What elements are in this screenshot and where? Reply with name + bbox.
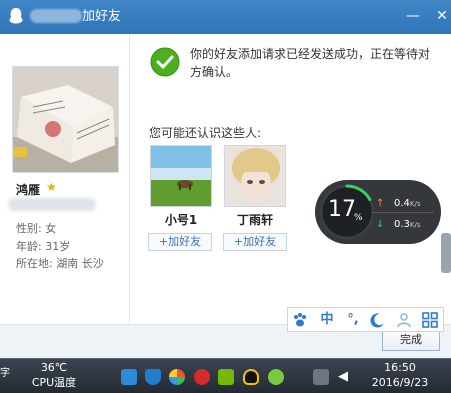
netease-icon[interactable] <box>194 369 210 385</box>
shield-icon[interactable] <box>145 369 161 385</box>
cpu-percent: 17 <box>328 197 356 222</box>
pinwheel-icon[interactable] <box>169 369 185 385</box>
success-message: 你的好友添加请求已经发送成功，正在等待对方确认。 <box>190 47 431 79</box>
portrait-photo-icon <box>225 146 285 206</box>
add-friend-button-1[interactable]: +加好友 <box>148 233 212 251</box>
minimize-button[interactable]: — <box>401 4 425 28</box>
friend-name-1: 小号1 <box>164 213 198 227</box>
clock-time: 16:50 <box>384 361 416 374</box>
redacted-name <box>30 9 82 23</box>
ime-toolbar[interactable]: 中 °, <box>287 307 444 332</box>
book-photo-icon <box>13 67 118 172</box>
title-bar[interactable]: 加好友 — ✕ <box>0 0 451 34</box>
add-friend-button-2[interactable]: +加好友 <box>223 233 287 251</box>
friend-photo-1[interactable] <box>150 145 212 207</box>
suggestions-title: 您可能还认识这些人: <box>149 126 262 140</box>
location-text: 所在地: 湖南 长沙 <box>16 257 104 270</box>
ime-punct-toggle[interactable]: °, <box>344 311 362 329</box>
friend-photo-2[interactable] <box>224 145 286 207</box>
cpu-temperature[interactable]: 36℃ CPU温度 <box>28 360 80 390</box>
network-icon[interactable] <box>313 369 329 385</box>
landscape-photo-icon <box>151 146 211 206</box>
clock-date: 2016/9/23 <box>371 376 429 389</box>
paw-icon[interactable] <box>291 311 309 329</box>
qq-logo-icon <box>9 8 23 24</box>
nvidia-icon[interactable] <box>218 369 234 385</box>
window-title: 加好友 <box>82 9 122 24</box>
person-icon[interactable] <box>395 311 413 329</box>
plus-shield-icon[interactable] <box>268 369 284 385</box>
temperature-value: 36℃ <box>40 361 68 374</box>
percent-sign: % <box>354 213 363 223</box>
nickname: 鸿雁 <box>16 183 41 197</box>
gender-text: 性别: 女 <box>16 222 57 235</box>
check-icon <box>150 47 180 77</box>
taskbar-edge-text: 字 <box>0 368 10 379</box>
download-speed: 0.3K/s <box>394 219 421 230</box>
widget-divider <box>372 212 434 213</box>
user-avatar <box>12 66 119 173</box>
upload-arrow-icon: ↑ <box>376 198 385 209</box>
add-friend-window: 加好友 — ✕ 鸿雁 ★ 性别: 女 年龄: 31岁 所在地: 湖南 长沙 你的… <box>0 0 451 358</box>
done-button[interactable]: 完成 <box>382 329 440 351</box>
close-button[interactable]: ✕ <box>430 4 451 28</box>
ime-lang-toggle[interactable]: 中 <box>318 311 336 329</box>
grid-icon[interactable] <box>421 311 439 329</box>
volume-icon[interactable]: ◀ <box>338 369 354 385</box>
age-text: 年龄: 31岁 <box>16 240 71 253</box>
star-icon: ★ <box>46 180 57 194</box>
scrollbar[interactable] <box>441 233 451 273</box>
box-icon[interactable] <box>121 369 137 385</box>
penguin-icon[interactable] <box>243 369 259 385</box>
upload-speed: 0.4K/s <box>394 198 421 209</box>
temperature-label: CPU温度 <box>31 376 77 389</box>
download-arrow-icon: ↓ <box>376 219 385 230</box>
system-clock[interactable]: 16:50 2016/9/23 <box>366 360 434 390</box>
friend-name-2: 丁雨轩 <box>236 213 273 227</box>
moon-icon[interactable] <box>369 311 387 329</box>
redacted-id <box>8 198 96 211</box>
